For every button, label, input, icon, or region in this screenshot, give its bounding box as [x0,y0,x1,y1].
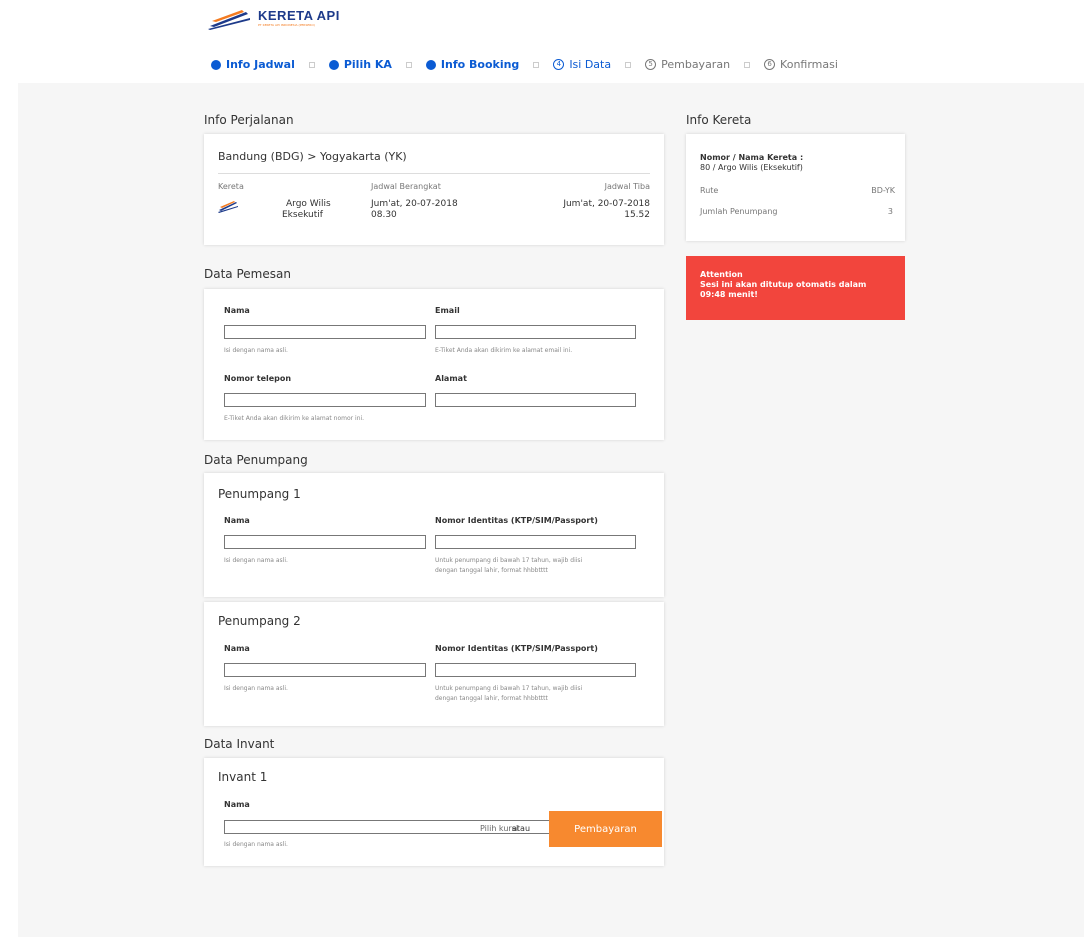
session-timeout-alert: Attention Sesi ini akan ditutup otomatis… [686,256,905,320]
penumpang-1-id-input[interactable] [435,535,636,549]
pembayaran-button[interactable]: Pembayaran [549,811,662,847]
section-title-data-penumpang: Data Penumpang [204,453,308,467]
or-text: atau [512,824,531,833]
step-separator-icon [625,61,632,68]
penumpang-title: Penumpang 2 [218,614,301,628]
penumpang-2-nama-input[interactable] [224,663,426,677]
kereta-label: Kereta [218,182,244,191]
section-title-data-pemesan: Data Pemesan [204,267,291,281]
arrive-label: Jadwal Tiba [604,182,650,191]
pemesan-email-hint: E-Tiket Anda akan dikirim ke alamat emai… [435,347,573,354]
arrive-time: 15.52 [624,210,650,220]
pemesan-alamat-label: Alamat [435,374,467,383]
divider [218,173,650,174]
step-konfirmasi[interactable]: 6 Konfirmasi [764,58,838,71]
penumpang-title: Penumpang 1 [218,487,301,501]
pemesan-nama-hint: Isi dengan nama asli. [224,347,288,354]
step-number-icon: 6 [764,59,776,70]
section-title-data-invant: Data Invant [204,737,275,751]
step-separator-icon [744,61,751,68]
section-title-info-kereta: Info Kereta [686,113,752,127]
brand-name: KERETA API [258,8,340,23]
step-number-icon: 4 [553,59,565,70]
penumpang-id-label: Nomor Identitas (KTP/SIM/Passport) [435,516,598,525]
penumpang-1-nama-input[interactable] [224,535,426,549]
pax-count-label: Jumlah Penumpang [700,207,778,216]
penumpang-2-id-input[interactable] [435,663,636,677]
train-logo-icon [208,10,250,30]
form-actions: Pilih kursi atau Pembayaran [0,811,1084,847]
rute-value: BD-YK [871,186,895,195]
pemesan-telp-label: Nomor telepon [224,374,292,383]
trip-info-card: Bandung (BDG) > Yogyakarta (YK) Kereta A… [204,134,664,245]
penumpang-id-hint: Untuk penumpang di bawah 17 tahun, wajib… [435,685,583,702]
step-done-icon [328,59,339,70]
step-info-booking[interactable]: Info Booking [425,58,519,71]
penumpang-card-2: Penumpang 2 Nama Isi dengan nama asli. N… [204,602,664,726]
header: KERETA API PT KERETA API INDONESIA (PERS… [0,0,1084,83]
rute-label: Rute [700,186,719,195]
pemesan-email-label: Email [435,306,460,315]
pemesan-telp-hint: E-Tiket Anda akan dikirim ke alamat nomo… [224,415,365,422]
depart-time: 08.30 [371,210,397,220]
pemesan-email-input[interactable] [435,325,636,339]
penumpang-id-label: Nomor Identitas (KTP/SIM/Passport) [435,644,598,653]
booking-steps: Info Jadwal Pilih KA Info Booking 4 Isi … [211,58,852,71]
penumpang-id-hint: Untuk penumpang di bawah 17 tahun, wajib… [435,557,583,574]
depart-label: Jadwal Berangkat [371,182,441,191]
brand-subtitle: PT KERETA API INDONESIA (PERSERO) [258,23,315,27]
step-separator-icon [533,61,540,68]
train-logo-icon [218,201,238,213]
pemesan-nama-label: Nama [224,306,250,315]
train-number-value: 80 / Argo Wilis (Eksekutif) [700,163,803,172]
alert-message: Sesi ini akan ditutup otomatis dalam 09:… [700,280,867,299]
step-number-icon: 5 [645,59,657,70]
invant-nama-label: Nama [224,800,250,809]
step-pilih-ka[interactable]: Pilih KA [328,58,392,71]
step-separator-icon [308,61,315,68]
train-class: Eksekutif [282,210,323,220]
penumpang-nama-hint: Isi dengan nama asli. [224,557,288,564]
pemesan-alamat-input[interactable] [435,393,636,407]
brand-logo[interactable]: KERETA API PT KERETA API INDONESIA (PERS… [208,6,340,30]
step-isi-data[interactable]: 4 Isi Data [553,58,611,71]
step-pembayaran[interactable]: 5 Pembayaran [645,58,730,71]
pemesan-nama-input[interactable] [224,325,426,339]
penumpang-nama-label: Nama [224,644,250,653]
penumpang-nama-label: Nama [224,516,250,525]
section-title-info-perjalanan: Info Perjalanan [204,113,294,127]
pax-count-value: 3 [887,207,893,216]
alert-title: Attention [700,270,743,279]
pemesan-telp-input[interactable] [224,393,426,407]
pemesan-card: Nama Isi dengan nama asli. Email E-Tiket… [204,289,664,440]
step-done-icon [211,59,221,70]
invant-title: Invant 1 [218,770,268,784]
step-done-icon [425,59,436,70]
step-separator-icon [405,61,412,68]
penumpang-card-1: Penumpang 1 Nama Isi dengan nama asli. N… [204,473,664,597]
train-info-card: Nomor / Nama Kereta : 80 / Argo Wilis (E… [686,134,905,241]
penumpang-nama-hint: Isi dengan nama asli. [224,685,288,692]
trip-route: Bandung (BDG) > Yogyakarta (YK) [218,150,407,163]
step-info-jadwal[interactable]: Info Jadwal [211,58,295,71]
